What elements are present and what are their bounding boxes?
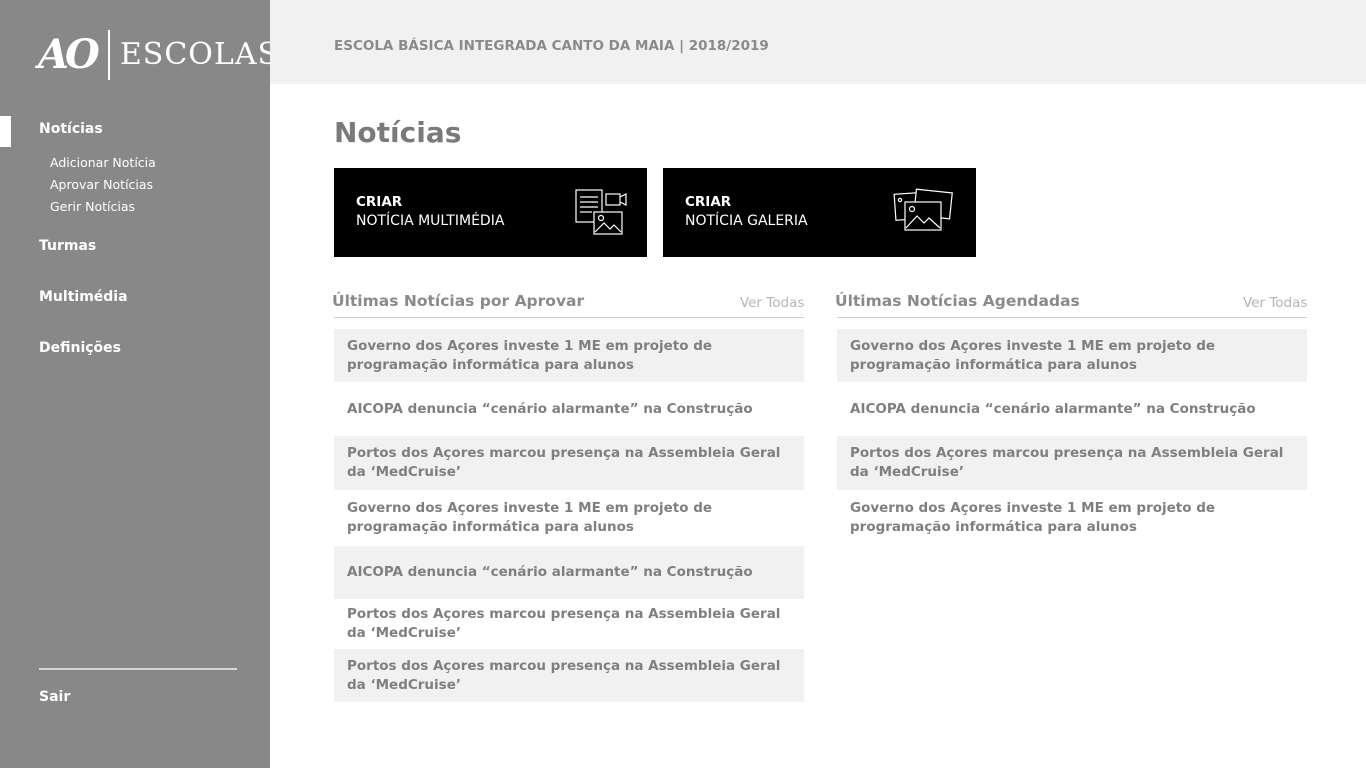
- create-card-label: CRIAR: [685, 194, 732, 210]
- scheduled-see-all-link[interactable]: Ver Todas: [1243, 295, 1307, 311]
- app-logo[interactable]: AO ESCOLAS: [38, 30, 279, 80]
- pending-heading-divider: [334, 317, 804, 318]
- scheduled-news-item[interactable]: AICOPA denuncia “cenário alarmante” na C…: [837, 382, 1307, 436]
- create-gallery-news-button[interactable]: CRIAR NOTÍCIA GALERIA: [663, 168, 976, 257]
- pending-news-item[interactable]: AICOPA denuncia “cenário alarmante” na C…: [334, 382, 804, 436]
- pending-news-heading: Últimas Notícias por Aprovar: [332, 292, 585, 310]
- create-card-type: NOTÍCIA MULTIMÉDIA: [356, 213, 505, 229]
- pending-news-item[interactable]: Portos dos Açores marcou presença na Ass…: [334, 599, 804, 649]
- logo-text: ESCOLAS: [119, 37, 280, 72]
- sidebar-item-definicoes[interactable]: Definições: [39, 340, 121, 356]
- page-title: Notícias: [334, 116, 462, 149]
- pending-see-all-link[interactable]: Ver Todas: [740, 295, 804, 311]
- pending-news-item[interactable]: Governo dos Açores investe 1 ME em proje…: [334, 329, 804, 382]
- create-multimedia-news-button[interactable]: CRIAR NOTÍCIA MULTIMÉDIA: [334, 168, 647, 257]
- sidebar-item-multimedia[interactable]: Multimédia: [39, 289, 128, 305]
- sidebar-divider: [39, 668, 237, 670]
- scheduled-news-item[interactable]: Portos dos Açores marcou presença na Ass…: [837, 436, 1307, 490]
- scheduled-news-heading: Últimas Notícias Agendadas: [835, 292, 1080, 310]
- scheduled-news-item[interactable]: Governo dos Açores investe 1 ME em proje…: [837, 490, 1307, 546]
- document-video-icon: [575, 189, 627, 235]
- create-card-label: CRIAR: [356, 194, 403, 210]
- sidebar-subitem-gerir-noticias[interactable]: Gerir Notícias: [50, 199, 135, 214]
- sidebar-subitem-adicionar-noticia[interactable]: Adicionar Notícia: [50, 155, 156, 170]
- top-header: ESCOLA BÁSICA INTEGRADA CANTO DA MAIA | …: [270, 0, 1366, 84]
- pending-news-item[interactable]: AICOPA denuncia “cenário alarmante” na C…: [334, 546, 804, 599]
- scheduled-heading-divider: [837, 317, 1307, 318]
- active-nav-indicator: [0, 116, 11, 147]
- scheduled-news-item[interactable]: Governo dos Açores investe 1 ME em proje…: [837, 329, 1307, 382]
- sidebar-item-noticias[interactable]: Notícias: [39, 121, 103, 137]
- logo-mark: AO: [38, 31, 100, 78]
- photo-gallery-icon: [893, 188, 953, 231]
- sidebar: AO ESCOLAS Notícias Adicionar Notícia Ap…: [0, 0, 278, 768]
- school-year-title: ESCOLA BÁSICA INTEGRADA CANTO DA MAIA | …: [334, 38, 769, 54]
- logo-separator: [107, 30, 110, 80]
- create-card-type: NOTÍCIA GALERIA: [685, 213, 808, 229]
- sidebar-subitem-aprovar-noticias[interactable]: Aprovar Notícias: [50, 177, 153, 192]
- pending-news-item[interactable]: Governo dos Açores investe 1 ME em proje…: [334, 490, 804, 546]
- pending-news-item[interactable]: Portos dos Açores marcou presença na Ass…: [334, 649, 804, 702]
- sidebar-item-turmas[interactable]: Turmas: [39, 238, 96, 254]
- pending-news-item[interactable]: Portos dos Açores marcou presença na Ass…: [334, 436, 804, 490]
- logout-link[interactable]: Sair: [39, 689, 70, 705]
